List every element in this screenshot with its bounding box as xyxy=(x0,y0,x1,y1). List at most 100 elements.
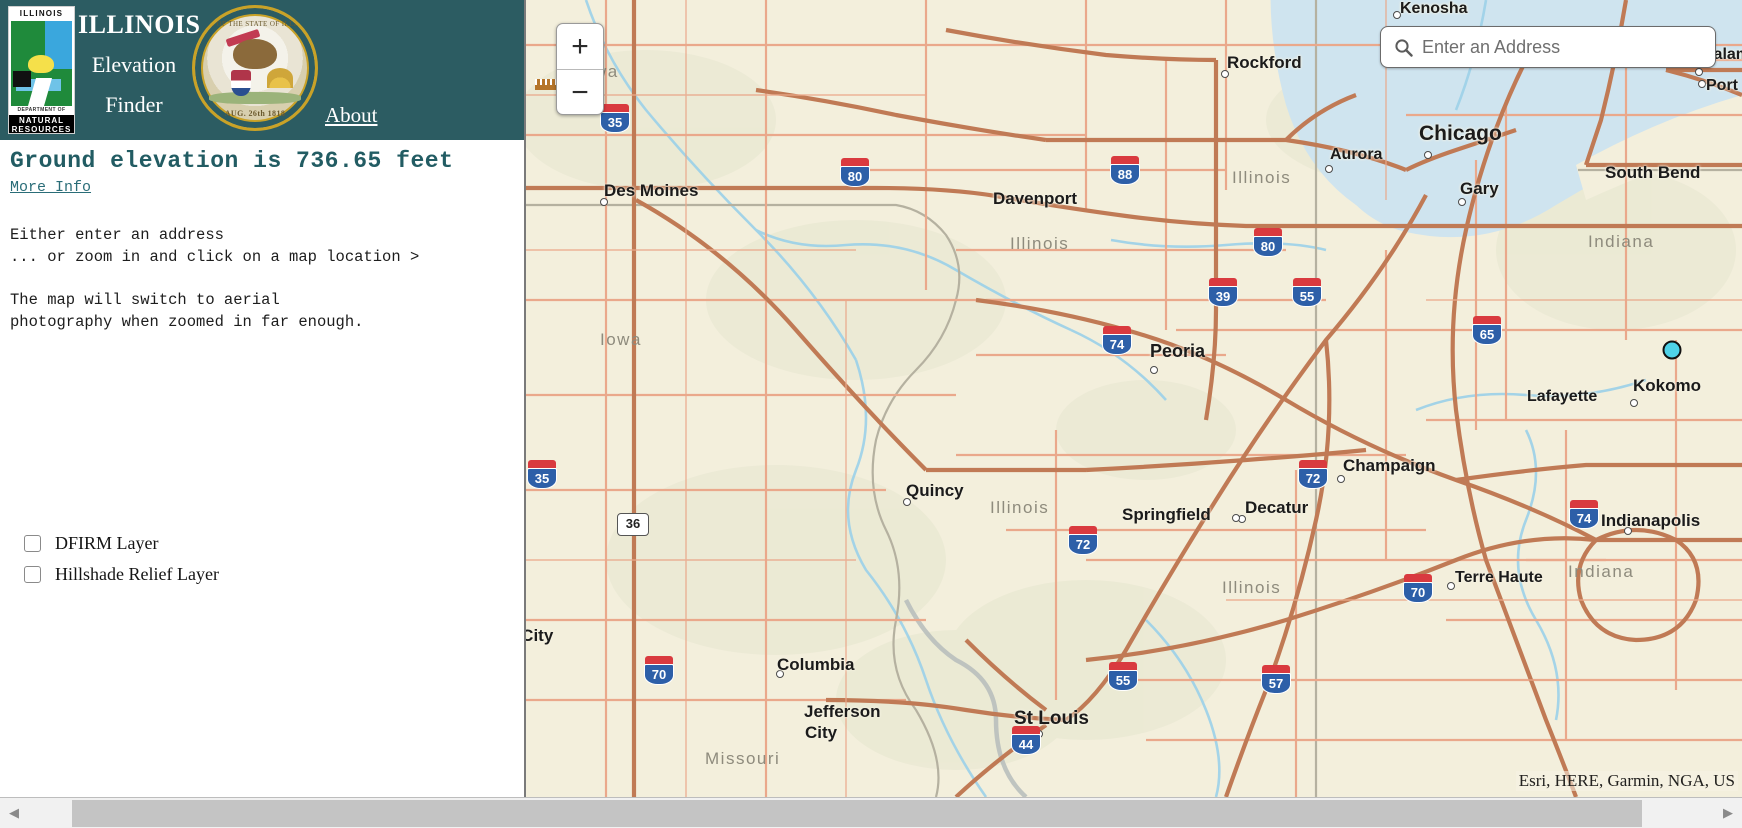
interstate-shield-icon: 72 xyxy=(1298,460,1328,490)
interstate-shield-icon: 70 xyxy=(644,656,674,686)
map-city-label: Chicago xyxy=(1419,122,1502,145)
map-city-label: Kokomo xyxy=(1633,376,1701,395)
map-city-dot xyxy=(1630,399,1638,407)
shield-top xyxy=(1254,228,1282,236)
logo-band-bottom: NATURAL RESOURCES xyxy=(9,115,74,133)
checkbox-hillshade-relief-layer[interactable] xyxy=(24,566,41,583)
map-city-label: Decatur xyxy=(1245,498,1309,517)
zoom-out-button[interactable]: − xyxy=(557,70,603,115)
seal-ring-bottom: AUG. 26th 1818 xyxy=(224,109,286,118)
shield-top xyxy=(1012,726,1040,734)
map-state-label: Indiana xyxy=(1568,562,1635,581)
shield-top xyxy=(645,656,673,664)
interstate-shield-icon: 80 xyxy=(840,158,870,188)
map-state-label: Illinois xyxy=(1010,234,1070,253)
search-icon xyxy=(1395,38,1413,57)
interstate-shield-icon: 70 xyxy=(1403,574,1433,604)
logo-shadow xyxy=(13,71,32,88)
map-city-label: Springfield xyxy=(1122,505,1211,524)
interstate-shield-icon: 57 xyxy=(1261,665,1291,695)
interstate-shield-icon: 39 xyxy=(1208,278,1238,308)
shield-top xyxy=(1111,156,1139,164)
shield-number: 55 xyxy=(1108,670,1138,691)
scrollbar-thumb[interactable] xyxy=(72,799,1642,827)
logo-band-mid: DEPARTMENT OF xyxy=(17,107,66,113)
shield-number: 65 xyxy=(1472,324,1502,345)
map-city-label: Des Moines xyxy=(604,181,699,200)
shield-number: 70 xyxy=(644,664,674,685)
more-info-link[interactable]: More Info xyxy=(10,179,91,196)
page-title: ILLINOIS Elevation Finder xyxy=(78,0,200,140)
map-city-dot xyxy=(1325,165,1333,173)
map-state-label: Indiana xyxy=(1588,232,1655,251)
map-city-label: Kenosha xyxy=(1400,0,1468,17)
interstate-shield-icon: 55 xyxy=(1292,278,1322,308)
layer-toggle-row[interactable]: Hillshade Relief Layer xyxy=(24,559,344,590)
layer-toggle-label: DFIRM Layer xyxy=(55,533,159,553)
shield-top xyxy=(1109,662,1137,670)
map-city-dot xyxy=(1424,151,1432,159)
map-viewport[interactable]: + − ⬅➡ Esri, HERE, Garmin, NGA, US W xyxy=(526,0,1742,797)
map-city-label: South Bend xyxy=(1605,163,1701,182)
interstate-shield-icon: 35 xyxy=(600,104,630,134)
shield-number: 80 xyxy=(1253,236,1283,257)
address-search-box[interactable] xyxy=(1380,26,1716,68)
map-city-label: Gary xyxy=(1460,179,1499,198)
checkbox-dfirm-layer[interactable] xyxy=(24,535,41,552)
interstate-shield-icon: 35 xyxy=(527,460,557,490)
shield-top xyxy=(1069,526,1097,534)
map-city-dot xyxy=(1698,80,1706,88)
shield-number: 35 xyxy=(527,468,557,489)
search-input[interactable] xyxy=(1422,36,1715,58)
brand-line-2: Elevation xyxy=(91,52,177,77)
map-state-label: Illinois xyxy=(990,498,1050,517)
logo-sun xyxy=(28,55,55,73)
shield-top xyxy=(1473,316,1501,324)
shield-number: 72 xyxy=(1298,468,1328,489)
shield-number: 70 xyxy=(1403,582,1433,603)
instruction-text-2: The map will switch to aerial photograph… xyxy=(10,291,364,331)
map-city-dot xyxy=(1447,582,1455,590)
shield-top xyxy=(1570,500,1598,508)
elevation-readout: Ground elevation is 736.65 feet xyxy=(10,148,454,174)
layer-toggle-list: DFIRM Layer Hillshade Relief Layer xyxy=(24,528,344,590)
shield-top xyxy=(1293,278,1321,286)
about-link[interactable]: About xyxy=(325,103,378,128)
map-city-dot xyxy=(1695,68,1703,76)
shield-number: 57 xyxy=(1261,673,1291,694)
scrollbar-track[interactable] xyxy=(28,797,1714,828)
shield-number: 39 xyxy=(1208,286,1238,307)
shield-top xyxy=(1299,460,1327,468)
interstate-shield-icon: 74 xyxy=(1569,500,1599,530)
seal-ring-top: SEAL OF THE STATE OF ILLINOIS xyxy=(195,20,315,28)
zoom-control[interactable]: + − xyxy=(556,23,604,115)
shield-top xyxy=(841,158,869,166)
map-city-label: Quincy xyxy=(906,481,964,500)
seal-shield xyxy=(231,70,251,97)
horizontal-scrollbar[interactable]: ◀ ▶ xyxy=(0,797,1742,828)
map-city-label: Lafayette xyxy=(1527,388,1598,405)
map-city-label: Rockford xyxy=(1227,53,1302,72)
interstate-shield-icon: 74 xyxy=(1102,326,1132,356)
map-city-label: Port xyxy=(1706,77,1738,94)
scroll-left-arrow[interactable]: ◀ xyxy=(0,798,28,828)
zoom-in-button[interactable]: + xyxy=(557,24,603,69)
shield-number: 80 xyxy=(840,166,870,187)
map-city-label: Jefferson xyxy=(804,702,881,721)
shield-top xyxy=(1209,278,1237,286)
illinois-dnr-logo-icon: ILLINOIS DEPARTMENT OF NATURAL RESOURCES xyxy=(8,6,75,134)
map-city-label: Terre Haute xyxy=(1455,569,1543,586)
illinois-state-seal-icon: SEAL OF THE STATE OF ILLINOIS AUG. 26th … xyxy=(192,5,318,131)
map-city-dot xyxy=(1458,198,1466,206)
shield-number: 74 xyxy=(1102,334,1132,355)
map-state-label: Illinois xyxy=(1222,578,1282,597)
map-city-label: Aurora xyxy=(1330,146,1383,163)
brand-line-3: Finder xyxy=(105,92,163,117)
scroll-right-arrow[interactable]: ▶ xyxy=(1714,798,1742,828)
layer-toggle-row[interactable]: DFIRM Layer xyxy=(24,528,344,559)
shield-number: 72 xyxy=(1068,534,1098,555)
shield-top xyxy=(1404,574,1432,582)
map-city-label: Peoria xyxy=(1150,341,1206,361)
shield-number: 88 xyxy=(1110,164,1140,185)
map-state-label: Missouri xyxy=(705,749,781,768)
